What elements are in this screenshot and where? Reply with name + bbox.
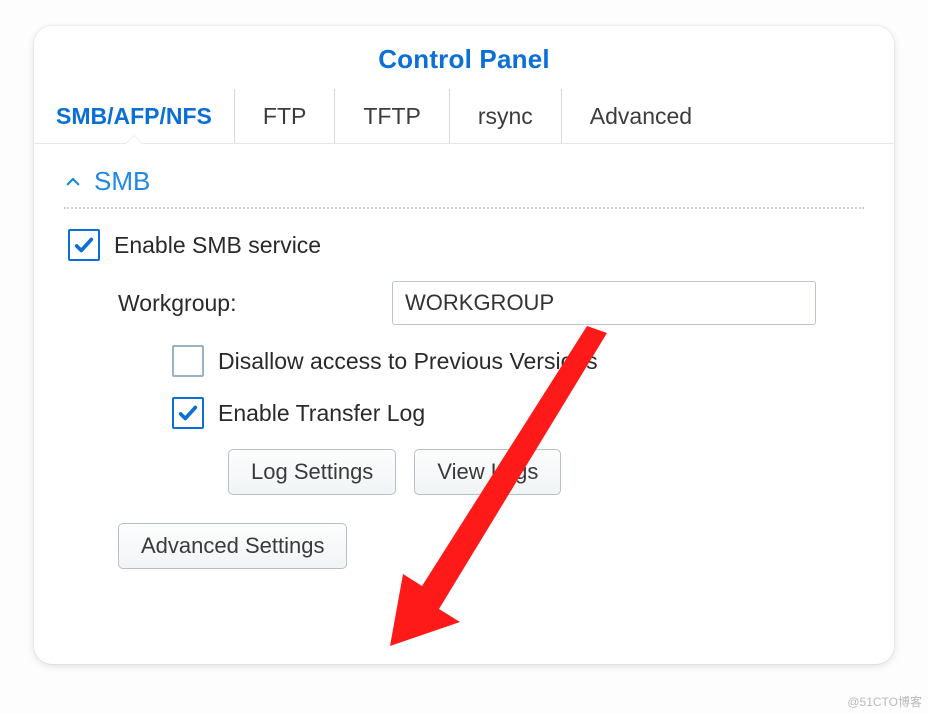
workgroup-input[interactable] (392, 281, 816, 325)
view-logs-button[interactable]: View Logs (414, 449, 561, 495)
tab-label: Advanced (590, 103, 692, 130)
row-workgroup: Workgroup: (64, 281, 864, 325)
log-settings-button[interactable]: Log Settings (228, 449, 396, 495)
row-log-buttons: Log Settings View Logs (64, 449, 864, 495)
checkbox-disallow-prev[interactable] (172, 345, 204, 377)
section-divider (64, 207, 864, 209)
label-workgroup: Workgroup: (118, 290, 378, 317)
checkmark-icon (73, 234, 95, 256)
row-enable-transfer-log: Enable Transfer Log (64, 397, 864, 429)
section-title: SMB (94, 166, 150, 197)
label-enable-smb: Enable SMB service (114, 232, 321, 259)
advanced-settings-button[interactable]: Advanced Settings (118, 523, 347, 569)
tab-label: rsync (478, 103, 533, 130)
checkbox-enable-transfer-log[interactable] (172, 397, 204, 429)
label-disallow-prev: Disallow access to Previous Versions (218, 348, 598, 375)
tab-label: SMB/AFP/NFS (56, 103, 212, 130)
section-header-smb[interactable]: SMB (64, 166, 864, 197)
window-title: Control Panel (34, 44, 894, 75)
panel-body: SMB Enable SMB service Workgroup: (34, 144, 894, 569)
watermark: @51CTO博客 (847, 693, 922, 710)
tab-ftp[interactable]: FTP (235, 89, 335, 143)
tab-label: FTP (263, 103, 306, 130)
tab-label: TFTP (363, 103, 421, 130)
row-advanced-settings: Advanced Settings (64, 523, 864, 569)
checkbox-enable-smb[interactable] (68, 229, 100, 261)
row-enable-smb: Enable SMB service (64, 229, 864, 261)
checkmark-icon (177, 402, 199, 424)
row-disallow-prev: Disallow access to Previous Versions (64, 345, 864, 377)
tab-bar: SMB/AFP/NFS FTP TFTP rsync Advanced (34, 89, 894, 144)
control-panel-window: Control Panel SMB/AFP/NFS FTP TFTP rsync… (34, 26, 894, 664)
tab-smb-afp-nfs[interactable]: SMB/AFP/NFS (34, 89, 235, 143)
label-enable-transfer-log: Enable Transfer Log (218, 400, 425, 427)
tab-advanced[interactable]: Advanced (562, 89, 720, 143)
tab-rsync[interactable]: rsync (450, 89, 562, 143)
chevron-up-icon (64, 173, 82, 191)
tab-tftp[interactable]: TFTP (335, 89, 450, 143)
